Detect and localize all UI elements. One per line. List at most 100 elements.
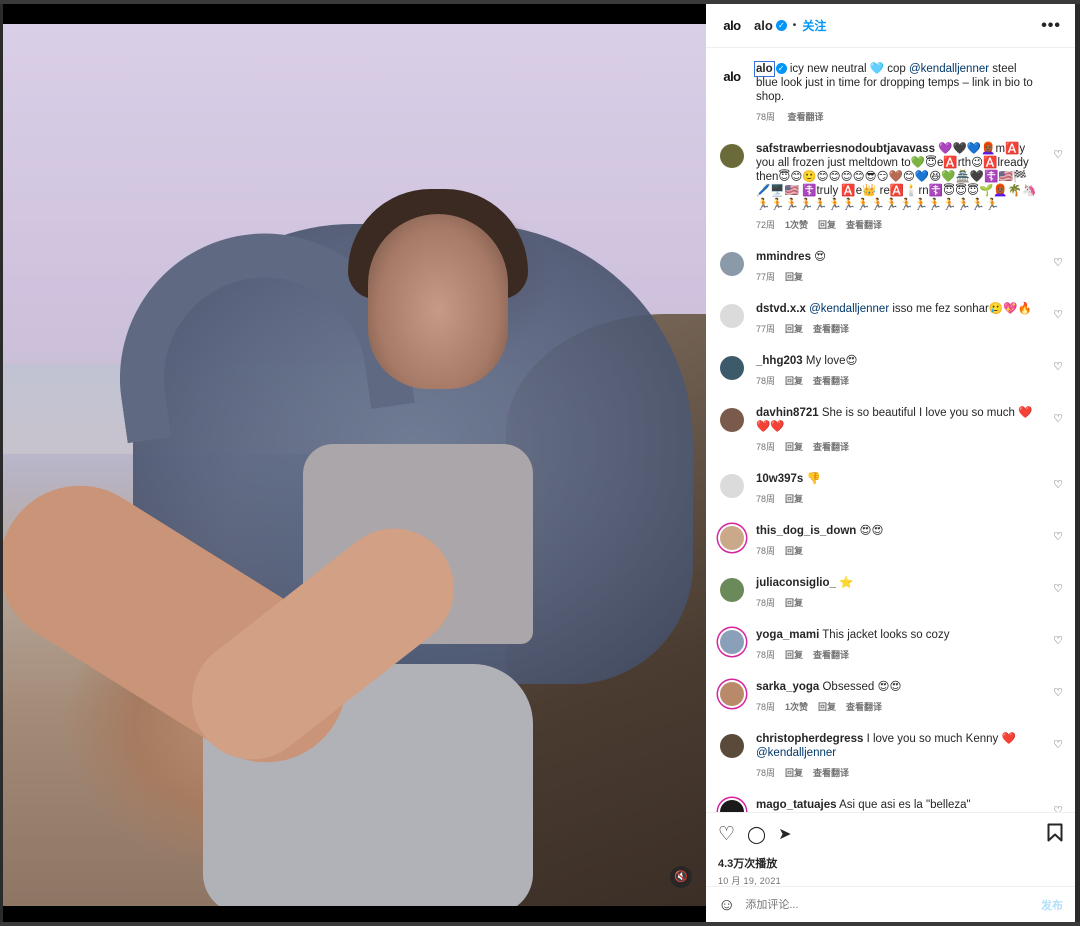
see-translation-link[interactable]: 查看翻译 xyxy=(813,376,849,386)
commenter-avatar[interactable] xyxy=(720,800,744,812)
caption-time[interactable]: 78周 xyxy=(756,112,775,122)
comment-like-icon[interactable]: ♡ xyxy=(1053,412,1063,425)
commenter-avatar[interactable] xyxy=(720,734,744,758)
comment-username[interactable]: christopherdegress xyxy=(756,733,863,745)
comment-meta: 78周 回复 查看翻译 xyxy=(756,374,1039,388)
comment-username[interactable]: _hhg203 xyxy=(756,355,803,367)
comment-row: this_dog_is_down 😍😍 78周 回复 ♡ xyxy=(706,524,1075,558)
reply-button[interactable]: 回复 xyxy=(785,546,803,556)
video-frame xyxy=(3,24,706,906)
caption-avatar[interactable]: alo xyxy=(720,64,744,88)
emoji-icon[interactable]: ☺ xyxy=(718,895,735,915)
comment-meta: 77周 回复 xyxy=(756,270,1039,284)
comment-time[interactable]: 78周 xyxy=(756,768,775,778)
comments-list[interactable]: alo alo ✓ icy new neutral 🩵 cop @kendallj… xyxy=(706,48,1075,812)
comment-like-icon[interactable]: ♡ xyxy=(1053,360,1063,373)
comment-time[interactable]: 78周 xyxy=(756,702,775,712)
commenter-avatar[interactable] xyxy=(720,144,744,168)
see-translation-link[interactable]: 查看翻译 xyxy=(813,324,849,334)
comment-like-icon[interactable]: ♡ xyxy=(1053,530,1063,543)
comment-username[interactable]: mmindres xyxy=(756,251,811,263)
comment-username[interactable]: mago_tatuajes xyxy=(756,799,837,811)
comment-username[interactable]: 10w397s xyxy=(756,473,803,485)
see-translation-link[interactable]: 查看翻译 xyxy=(813,768,849,778)
comment-username[interactable]: juliaconsiglio_ xyxy=(756,577,836,589)
comment-time[interactable]: 78周 xyxy=(756,494,775,504)
see-translation-link[interactable]: 查看翻译 xyxy=(788,112,824,122)
comment-like-icon[interactable]: ♡ xyxy=(1053,686,1063,699)
comment-like-icon[interactable]: ♡ xyxy=(1053,256,1063,269)
reply-button[interactable]: 回复 xyxy=(785,442,803,452)
share-icon[interactable]: ➤ xyxy=(778,824,791,846)
comment-body: dstvd.x.x @kendalljenner isso me fez son… xyxy=(756,302,1061,336)
comment-like-icon[interactable]: ♡ xyxy=(1053,804,1063,812)
comment-username[interactable]: this_dog_is_down xyxy=(756,525,856,537)
comment-time[interactable]: 78周 xyxy=(756,376,775,386)
see-translation-link[interactable]: 查看翻译 xyxy=(846,220,882,230)
comment-time[interactable]: 77周 xyxy=(756,324,775,334)
comment-mention[interactable]: @kendalljenner xyxy=(809,303,889,315)
comment-time[interactable]: 78周 xyxy=(756,442,775,452)
author-username[interactable]: alo xyxy=(754,18,773,33)
reply-button[interactable]: 回复 xyxy=(785,494,803,504)
comment-username[interactable]: sarka_yoga xyxy=(756,681,819,693)
reply-button[interactable]: 回复 xyxy=(818,702,836,712)
comment-mention[interactable]: @kendalljenner xyxy=(756,747,836,759)
commenter-avatar[interactable] xyxy=(720,252,744,276)
comment-time[interactable]: 78周 xyxy=(756,598,775,608)
see-translation-link[interactable]: 查看翻译 xyxy=(813,442,849,452)
like-icon[interactable]: ♡ xyxy=(718,824,735,846)
commenter-avatar[interactable] xyxy=(720,304,744,328)
commenter-avatar[interactable] xyxy=(720,356,744,380)
see-translation-link[interactable]: 查看翻译 xyxy=(846,702,882,712)
comment-username[interactable]: davhin8721 xyxy=(756,407,819,419)
comment-body: christopherdegress I love you so much Ke… xyxy=(756,732,1061,780)
comment-text: This jacket looks so cozy xyxy=(819,629,950,641)
play-count[interactable]: 4.3万次播放 xyxy=(718,855,1063,871)
comment-like-icon[interactable]: ♡ xyxy=(1053,582,1063,595)
comment-likes[interactable]: 1次赞 xyxy=(785,220,808,230)
reply-button[interactable]: 回复 xyxy=(785,376,803,386)
verified-badge-icon: ✓ xyxy=(775,20,787,31)
commenter-avatar[interactable] xyxy=(720,474,744,498)
comment-time[interactable]: 77周 xyxy=(756,272,775,282)
comment-likes[interactable]: 1次赞 xyxy=(785,702,808,712)
comment-like-icon[interactable]: ♡ xyxy=(1053,148,1063,161)
comment-meta: 72周 1次赞 回复 查看翻译 xyxy=(756,218,1039,232)
reply-button[interactable]: 回复 xyxy=(785,598,803,608)
comment-username[interactable]: safstrawberriesnodoubtjavavass xyxy=(756,143,935,155)
comment-time[interactable]: 72周 xyxy=(756,220,775,230)
commenter-avatar[interactable] xyxy=(720,630,744,654)
author-avatar[interactable]: alo xyxy=(720,13,744,38)
comment-input[interactable] xyxy=(745,898,1041,911)
comment-like-icon[interactable]: ♡ xyxy=(1053,634,1063,647)
comment-like-icon[interactable]: ♡ xyxy=(1053,478,1063,491)
commenter-avatar[interactable] xyxy=(720,578,744,602)
save-icon[interactable] xyxy=(1047,823,1063,848)
see-translation-link[interactable]: 查看翻译 xyxy=(813,650,849,660)
more-options-icon[interactable]: ••• xyxy=(1041,17,1061,35)
commenter-avatar[interactable] xyxy=(720,408,744,432)
comment-time[interactable]: 78周 xyxy=(756,650,775,660)
commenter-avatar[interactable] xyxy=(720,682,744,706)
reply-button[interactable]: 回复 xyxy=(785,272,803,282)
mute-icon[interactable]: 🔇 xyxy=(670,866,692,888)
caption-text: icy new neutral 🩵 cop xyxy=(786,63,909,75)
reply-button[interactable]: 回复 xyxy=(785,324,803,334)
comment-like-icon[interactable]: ♡ xyxy=(1053,308,1063,321)
comment-icon[interactable]: ◯ xyxy=(747,824,766,846)
comment-like-icon[interactable]: ♡ xyxy=(1053,738,1063,751)
commenter-avatar[interactable] xyxy=(720,526,744,550)
post-video[interactable]: 🔇 xyxy=(3,4,706,922)
comment-username[interactable]: yoga_mami xyxy=(756,629,819,641)
comment-time[interactable]: 78周 xyxy=(756,546,775,556)
comment-username[interactable]: dstvd.x.x xyxy=(756,303,806,315)
comment-meta: 78周 回复 查看翻译 xyxy=(756,648,1039,662)
reply-button[interactable]: 回复 xyxy=(785,768,803,778)
post-comment-button[interactable]: 发布 xyxy=(1041,897,1063,913)
reply-button[interactable]: 回复 xyxy=(785,650,803,660)
follow-button[interactable]: 关注 xyxy=(802,17,826,34)
caption-username[interactable]: alo xyxy=(754,61,775,77)
reply-button[interactable]: 回复 xyxy=(818,220,836,230)
caption-mention[interactable]: @kendalljenner xyxy=(909,63,989,75)
